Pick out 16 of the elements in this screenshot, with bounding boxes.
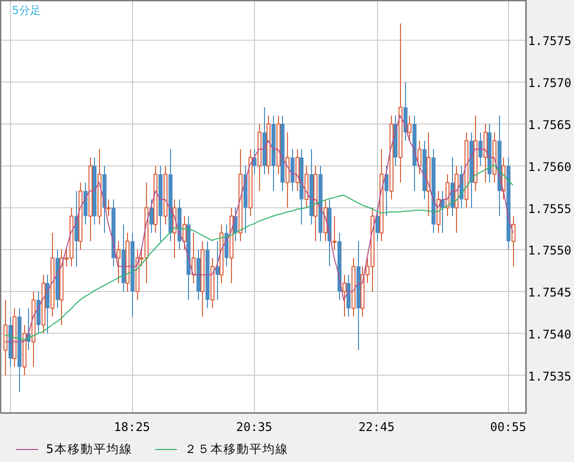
y-axis-label: 1.7535: [528, 369, 572, 384]
y-axis-label: 1.7545: [528, 286, 572, 300]
y-axis-label: 1.7550: [528, 244, 572, 258]
legend-label: 5本移動平均線: [46, 440, 133, 458]
chart-title: 5分足: [12, 3, 41, 18]
y-axis-label: 1.7565: [528, 118, 572, 132]
y-axis-label: 1.7575: [528, 34, 572, 48]
y-axis-label: 1.7570: [528, 76, 572, 90]
y-axis-label: 1.7555: [528, 202, 572, 216]
x-axis-label: 22:45: [358, 420, 395, 434]
y-axis-label: 1.7560: [528, 160, 572, 174]
x-axis-label: 00:55: [490, 420, 526, 434]
legend-label: ２５本移動平均線: [184, 440, 289, 458]
x-axis-label: 18:25: [114, 420, 150, 434]
y-axis-label: 1.7540: [528, 327, 572, 342]
x-axis-label: 20:35: [236, 420, 272, 434]
